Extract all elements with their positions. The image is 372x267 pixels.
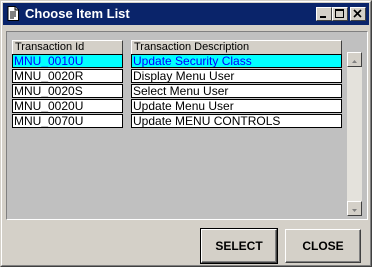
- transaction-id-cell[interactable]: MNU_0020R: [12, 69, 123, 83]
- item-list-panel: Transaction Id Transaction Description M…: [6, 31, 368, 220]
- close-button[interactable]: CLOSE: [285, 229, 361, 263]
- title-bar[interactable]: Choose Item List: [3, 3, 369, 25]
- scroll-down-button[interactable]: [347, 201, 362, 216]
- transaction-description-cell[interactable]: Select Menu User: [131, 84, 342, 98]
- transaction-description-cell[interactable]: Update MENU CONTROLS: [131, 114, 342, 128]
- select-button[interactable]: SELECT: [200, 228, 278, 264]
- vertical-scrollbar[interactable]: [347, 52, 362, 216]
- transaction-description-cell[interactable]: Update Security Class: [131, 54, 342, 68]
- transaction-id-cell[interactable]: MNU_0020U: [12, 99, 123, 113]
- minimize-icon: [320, 16, 326, 18]
- close-window-button[interactable]: [350, 7, 366, 21]
- column-header-transaction-id[interactable]: Transaction Id: [12, 40, 123, 55]
- scroll-up-button[interactable]: [347, 52, 362, 67]
- close-icon: [353, 9, 362, 18]
- transaction-description-cell[interactable]: Update Menu User: [131, 99, 342, 113]
- transaction-description-cell[interactable]: Display Menu User: [131, 69, 342, 83]
- document-icon: [7, 6, 19, 21]
- arrow-down-icon: [352, 209, 357, 212]
- transaction-id-cell[interactable]: MNU_0010U: [12, 54, 123, 68]
- window-title: Choose Item List: [25, 6, 130, 21]
- maximize-button[interactable]: [332, 7, 348, 21]
- maximize-icon: [335, 9, 344, 18]
- transaction-id-cell[interactable]: MNU_0070U: [12, 114, 123, 128]
- transaction-id-cell[interactable]: MNU_0020S: [12, 84, 123, 98]
- minimize-button[interactable]: [316, 7, 332, 21]
- dialog-window: Choose Item List Transaction Id Transact…: [0, 0, 372, 267]
- column-header-transaction-description[interactable]: Transaction Description: [131, 40, 342, 55]
- arrow-up-icon: [352, 60, 357, 63]
